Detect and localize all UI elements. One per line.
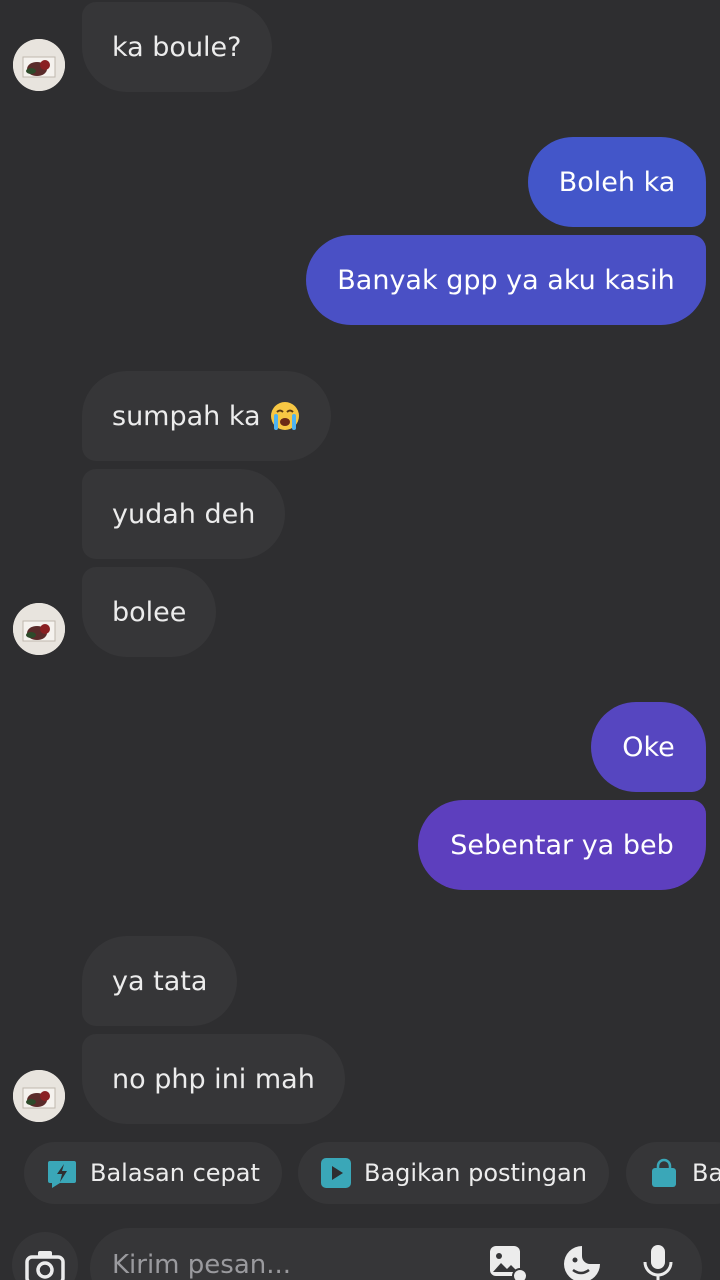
- message-text: sumpah ka: [112, 400, 261, 432]
- chat-screen: ka boule? Boleh ka Banyak gpp ya aku kas…: [0, 0, 720, 1280]
- chip-label: Balasan cepat: [90, 1159, 260, 1187]
- shop-chip[interactable]: Ba: [626, 1142, 720, 1204]
- incoming-message[interactable]: no php ini mah: [82, 1034, 345, 1124]
- message-composer: Kirim pesan...: [0, 1228, 720, 1280]
- gallery-icon[interactable]: [486, 1242, 530, 1280]
- quick-reply-chip[interactable]: Balasan cepat: [24, 1142, 282, 1204]
- avatar[interactable]: [13, 603, 65, 655]
- message-text: bolee: [112, 596, 187, 628]
- message-text: no php ini mah: [112, 1063, 315, 1095]
- chip-label: Bagikan postingan: [364, 1159, 587, 1187]
- incoming-message[interactable]: bolee: [82, 567, 217, 657]
- incoming-message[interactable]: ya tata: [82, 936, 238, 1026]
- incoming-message[interactable]: sumpah ka: [82, 371, 331, 461]
- outgoing-message[interactable]: Boleh ka: [528, 137, 706, 227]
- microphone-icon[interactable]: [636, 1242, 680, 1280]
- message-text: Boleh ka: [558, 166, 676, 198]
- outgoing-message[interactable]: Sebentar ya beb: [418, 800, 706, 890]
- camera-button[interactable]: [12, 1232, 78, 1280]
- message-text: Oke: [622, 731, 675, 763]
- message-input-placeholder: Kirim pesan...: [112, 1250, 292, 1280]
- shopping-bag-icon: [652, 1158, 676, 1187]
- message-text: ya tata: [112, 965, 208, 997]
- crying-face-icon: [270, 402, 299, 430]
- outgoing-message[interactable]: Banyak gpp ya aku kasih: [306, 235, 706, 325]
- camera-icon: [25, 1251, 65, 1280]
- chip-label: Ba: [692, 1159, 720, 1187]
- incoming-message[interactable]: ka boule?: [82, 2, 272, 92]
- quick-actions-bar: Balasan cepat Bagikan postingan Ba: [0, 1138, 720, 1208]
- avatar[interactable]: [13, 1070, 65, 1122]
- message-input[interactable]: Kirim pesan...: [90, 1228, 702, 1280]
- incoming-message[interactable]: yudah deh: [82, 469, 286, 559]
- lightning-bubble-icon: [48, 1161, 76, 1188]
- message-text: Banyak gpp ya aku kasih: [337, 264, 675, 296]
- play-icon: [321, 1158, 351, 1188]
- message-text: Sebentar ya beb: [450, 829, 674, 861]
- sticker-icon[interactable]: [560, 1242, 604, 1280]
- message-text: ka boule?: [112, 31, 242, 63]
- share-post-chip[interactable]: Bagikan postingan: [298, 1142, 609, 1204]
- outgoing-message[interactable]: Oke: [591, 702, 706, 792]
- message-text: yudah deh: [112, 498, 256, 530]
- avatar[interactable]: [13, 39, 65, 91]
